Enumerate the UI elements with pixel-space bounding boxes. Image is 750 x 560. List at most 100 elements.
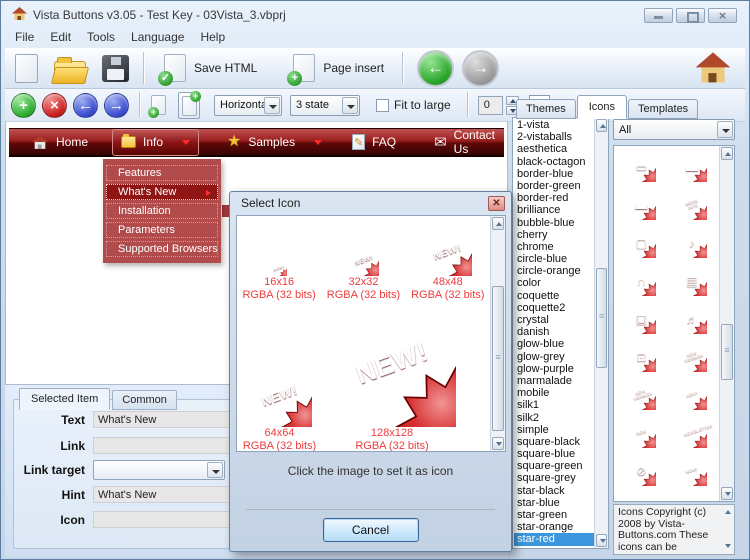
scrollbar-thumb[interactable] <box>492 286 504 431</box>
new-star-icon[interactable]: NEW! <box>667 376 718 414</box>
theme-list-item[interactable]: color <box>514 277 594 289</box>
theme-list-item[interactable]: square-green <box>514 460 594 472</box>
cancel-button[interactable]: Cancel <box>323 518 419 542</box>
scroll-down-icon[interactable] <box>596 534 607 547</box>
scroll-down-icon[interactable] <box>492 437 504 450</box>
forward-button[interactable]: → <box>462 50 499 87</box>
fit-to-large-checkbox[interactable] <box>376 99 389 112</box>
theme-list-item[interactable]: star-black <box>514 485 594 497</box>
move-left-button[interactable]: ← <box>73 93 98 118</box>
tab-themes[interactable]: Themes <box>516 99 576 119</box>
theme-list-item[interactable]: cherry <box>514 229 594 241</box>
theme-list-item[interactable]: silk2 <box>514 412 594 424</box>
theme-list-item[interactable]: star-green <box>514 509 594 521</box>
menu-item[interactable]: Help <box>194 29 235 47</box>
submenu-item[interactable]: Supported Browsers <box>106 241 218 257</box>
new-star-icon[interactable]: NEW <box>616 414 667 452</box>
scrollbar-thumb[interactable] <box>596 268 607 368</box>
theme-list-item[interactable]: square-black <box>514 436 594 448</box>
screen-star-icon[interactable]: ▭ <box>616 148 667 186</box>
theme-list-item[interactable]: star-orange <box>514 521 594 533</box>
theme-list-item[interactable]: star-blue <box>514 497 594 509</box>
new-version-star-icon[interactable]: NEW VERSION <box>667 338 718 376</box>
scroll-up-icon[interactable] <box>596 119 607 132</box>
new-version-star-icon[interactable]: NEW VERSION <box>616 376 667 414</box>
move-right-button[interactable]: → <box>104 93 129 118</box>
theme-list-item[interactable]: square-blue <box>514 448 594 460</box>
menu-item[interactable]: Edit <box>44 29 81 47</box>
minus-star-icon[interactable]: ▬ <box>667 148 718 186</box>
maximize-button[interactable] <box>676 8 705 23</box>
mouse-star-icon[interactable]: ▢ <box>616 224 667 262</box>
open-project-icon[interactable] <box>54 61 86 84</box>
icon-option-48[interactable]: NEW! 48x48 RGBA (32 bits) <box>406 226 490 302</box>
tab-icons[interactable]: Icons <box>577 95 627 119</box>
theme-list-item[interactable]: brilliance <box>514 204 594 216</box>
icon-option-32[interactable]: NEW! 32x32 RGBA (32 bits) <box>321 226 405 302</box>
menu-item[interactable]: Language <box>125 29 194 47</box>
music-star-icon[interactable]: ♪ <box>667 224 718 262</box>
documents-star-icon[interactable]: ▤ <box>667 262 718 300</box>
state-select[interactable]: 3 state <box>290 95 360 116</box>
icon-option-128[interactable]: NEW! 128x128 RGBA (32 bits) <box>322 302 462 451</box>
headphones-star-icon[interactable]: ∩ <box>616 262 667 300</box>
dialog-close-icon[interactable]: ✕ <box>488 196 505 211</box>
submenu-item[interactable]: Features <box>106 165 218 181</box>
scrollbar-thumb[interactable] <box>721 324 733 380</box>
theme-list-item[interactable]: chrome <box>514 241 594 253</box>
icon-option-16[interactable]: NEW! 16x16 RGBA (32 bits) <box>237 226 321 302</box>
pictures-star-icon[interactable]: ▣ <box>616 300 667 338</box>
back-button[interactable]: ← <box>417 50 454 87</box>
theme-list-item[interactable]: circle-blue <box>514 253 594 265</box>
theme-list-item[interactable]: 2-vistaballs <box>514 131 594 143</box>
theme-list-item[interactable]: silk1 <box>514 399 594 411</box>
close-button[interactable] <box>708 8 737 23</box>
theme-list-item[interactable]: mobile <box>514 387 594 399</box>
save-project-icon[interactable] <box>102 55 129 82</box>
new-project-icon[interactable] <box>15 54 38 83</box>
theme-list-item[interactable]: coquette <box>514 290 594 302</box>
tab-common[interactable]: Common <box>112 390 177 410</box>
save-html-button[interactable]: ✓ Save HTML <box>158 52 263 84</box>
dialog-scrollbar[interactable] <box>490 216 505 451</box>
star-icon[interactable] <box>667 490 718 500</box>
media-file-star-icon[interactable]: ♬ <box>667 300 718 338</box>
add-item-button[interactable]: + <box>148 92 170 119</box>
theme-list-item[interactable]: border-red <box>514 192 594 204</box>
star-icon[interactable] <box>616 490 667 500</box>
minus-star-icon[interactable]: ▬ <box>616 186 667 224</box>
theme-list-item[interactable]: simple <box>514 424 594 436</box>
link-target-select[interactable] <box>93 460 225 480</box>
scroll-up-icon[interactable] <box>721 147 733 160</box>
tab-selected-item[interactable]: Selected Item <box>19 388 110 410</box>
preview-button-faq[interactable]: FAQ <box>344 129 404 156</box>
theme-list-item[interactable]: star-red <box>514 533 594 545</box>
theme-list-item[interactable]: black-octagon <box>514 156 594 168</box>
theme-list-item[interactable]: glow-grey <box>514 351 594 363</box>
scroll-up-icon[interactable] <box>723 508 732 517</box>
add-submenu-button[interactable]: + <box>178 92 200 119</box>
more-info-star-icon[interactable]: MORE INFO <box>667 186 718 224</box>
menu-item[interactable]: Tools <box>81 29 125 47</box>
icon-grid-scrollbar[interactable] <box>719 146 734 501</box>
theme-list-item[interactable]: glow-blue <box>514 338 594 350</box>
theme-list-scrollbar[interactable] <box>594 118 608 548</box>
minimize-button[interactable] <box>644 8 673 23</box>
offset-spinner-value[interactable]: 0 <box>478 96 503 115</box>
theme-list-item[interactable]: danish <box>514 326 594 338</box>
theme-list-item[interactable]: aesthetica <box>514 143 594 155</box>
add-button[interactable]: + <box>11 93 36 118</box>
scroll-down-icon[interactable] <box>723 542 732 551</box>
theme-list-item[interactable]: coquette2 <box>514 302 594 314</box>
page-insert-button[interactable]: + Page insert <box>287 52 390 84</box>
menu-item[interactable]: File <box>9 29 44 47</box>
preview-button-samples[interactable]: ★ Samples <box>219 129 330 156</box>
theme-list-item[interactable]: 1-vista <box>514 119 594 131</box>
monitor-star-icon[interactable]: ⊡ <box>616 338 667 376</box>
submenu-item[interactable]: Parameters <box>106 222 218 238</box>
theme-list-item[interactable]: bubble-blue <box>514 217 594 229</box>
theme-list-item[interactable]: marmalade <box>514 375 594 387</box>
submenu-item[interactable]: What's New <box>106 184 218 200</box>
preview-button-info[interactable]: Info <box>112 129 199 156</box>
preview-button-home[interactable]: Home <box>23 129 96 156</box>
